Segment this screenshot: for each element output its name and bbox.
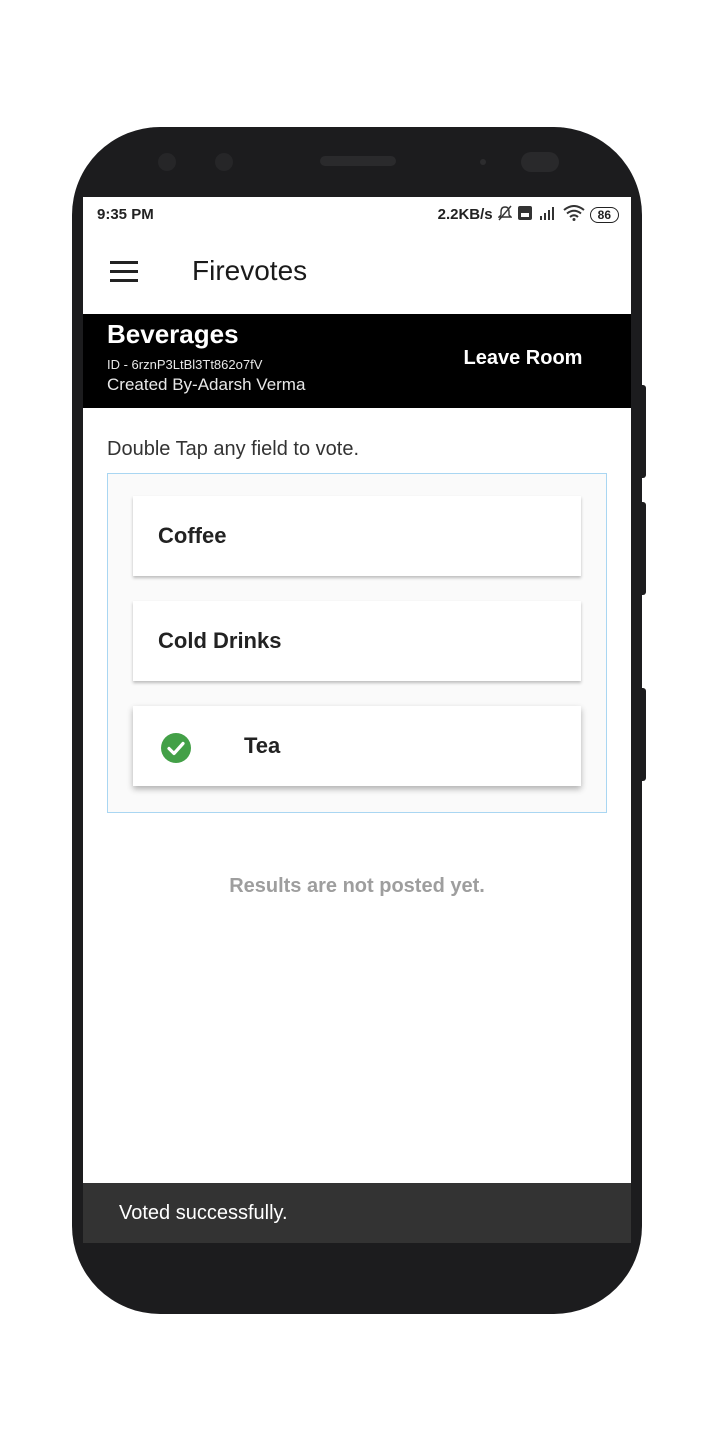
status-indicators: 2.2KB/s 86 (438, 205, 619, 224)
signal-4g-icon (538, 205, 558, 224)
hamburger-menu-icon[interactable] (110, 261, 140, 283)
front-sensor (215, 153, 233, 171)
front-camera (158, 153, 176, 171)
room-id: ID - 6rznP3LtBl3Tt862o7fV (107, 357, 263, 372)
option-card-tea[interactable]: Tea (133, 706, 581, 786)
status-bar: 9:35 PM 2.2KB/s 86 (83, 197, 631, 231)
option-label: Tea (244, 733, 281, 758)
app-bar: Firevotes (83, 231, 631, 314)
options-list: Coffee Cold Drinks Tea (107, 473, 607, 813)
earpiece-speaker (320, 156, 396, 166)
proximity-sensor (480, 159, 486, 165)
results-status: Results are not posted yet. (229, 875, 485, 897)
status-time: 9:35 PM (97, 206, 154, 223)
screen: 9:35 PM 2.2KB/s 86 Firevotes Beverages I… (83, 197, 631, 1243)
snackbar-message: Voted successfully. (119, 1202, 288, 1224)
check-circle-icon (161, 733, 191, 763)
vote-instruction: Double Tap any field to vote. (107, 438, 360, 460)
wifi-icon (563, 205, 585, 224)
bell-off-icon (496, 205, 513, 224)
option-card-cold-drinks[interactable]: Cold Drinks (133, 601, 581, 681)
room-header: Beverages ID - 6rznP3LtBl3Tt862o7fV Crea… (83, 314, 631, 408)
option-label: Coffee (158, 523, 227, 548)
volume-up-button (641, 385, 646, 478)
volume-down-button (641, 502, 646, 595)
battery-indicator: 86 (589, 206, 619, 223)
room-creator: Created By-Adarsh Verma (107, 375, 306, 394)
snackbar: Voted successfully. (83, 1183, 631, 1243)
power-button (641, 688, 646, 781)
volte-icon (517, 205, 533, 224)
front-flash (521, 152, 559, 172)
room-name: Beverages (107, 319, 239, 349)
leave-room-button[interactable]: Leave Room (453, 347, 593, 370)
app-title: Firevotes (192, 255, 308, 286)
network-speed: 2.2KB/s (437, 206, 493, 223)
option-label: Cold Drinks (158, 628, 282, 653)
option-card-coffee[interactable]: Coffee (133, 496, 581, 576)
